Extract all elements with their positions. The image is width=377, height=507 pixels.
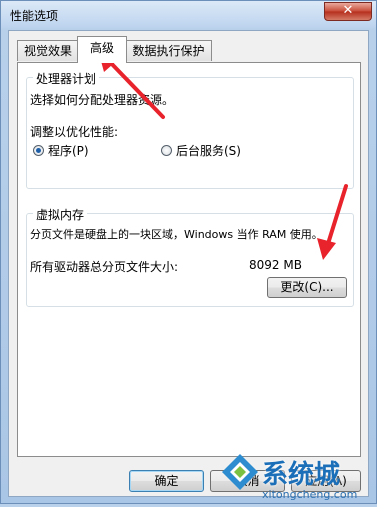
tab-advanced[interactable]: 高级 (77, 36, 127, 63)
change-virtual-memory-button[interactable]: 更改(C)... (267, 277, 347, 298)
watermark-url: xitongcheng.com (262, 488, 358, 501)
tab-data-execution-prevention[interactable]: 数据执行保护 (125, 40, 212, 61)
title-bar: 性能选项 ✕ (1, 1, 376, 28)
advanced-tab-panel: 处理器计划 选择如何分配处理器资源。 调整以优化性能: 程序(P) 后台服务(S… (17, 62, 361, 457)
virtual-memory-title: 虚拟内存 (33, 206, 88, 223)
programs-radio-label[interactable]: 程序(P) (48, 142, 89, 159)
tab-strip: 视觉效果 高级 数据执行保护 (9, 31, 368, 63)
background-services-radio-label[interactable]: 后台服务(S) (176, 142, 241, 159)
watermark-brand: 系统城 (262, 460, 341, 490)
ok-button[interactable]: 确定 (129, 470, 204, 492)
virtual-memory-group: 虚拟内存 分页文件是硬盘上的一块区域，Windows 当作 RAM 使用。 所有… (26, 206, 354, 307)
dialog-client-area: 视觉效果 高级 数据执行保护 处理器计划 选择如何分配处理器资源。 调整以优化性… (8, 30, 369, 497)
processor-description: 选择如何分配处理器资源。 (30, 93, 175, 107)
performance-options-window: 性能选项 ✕ 视觉效果 高级 数据执行保护 处理器计划 选择如何分配处理器资源。… (0, 0, 377, 504)
virtual-memory-description: 分页文件是硬盘上的一块区域，Windows 当作 RAM 使用。 (30, 228, 323, 241)
close-icon: ✕ (342, 3, 354, 18)
adjust-performance-label: 调整以优化性能: (30, 125, 119, 139)
background-services-radio[interactable] (161, 145, 172, 156)
processor-scheduling-title: 处理器计划 (33, 70, 100, 87)
paging-file-total-label: 所有驱动器总分页文件大小: (30, 260, 179, 274)
watermark-logo: 系统城 xitongcheng.com (218, 452, 377, 504)
close-button[interactable]: ✕ (324, 2, 372, 21)
tab-visual-effects[interactable]: 视觉效果 (17, 40, 79, 61)
window-title: 性能选项 (10, 9, 59, 23)
paging-file-total-value: 8092 MB (249, 258, 302, 272)
processor-scheduling-group: 处理器计划 选择如何分配处理器资源。 调整以优化性能: 程序(P) 后台服务(S… (26, 70, 354, 189)
programs-radio[interactable] (33, 145, 44, 156)
